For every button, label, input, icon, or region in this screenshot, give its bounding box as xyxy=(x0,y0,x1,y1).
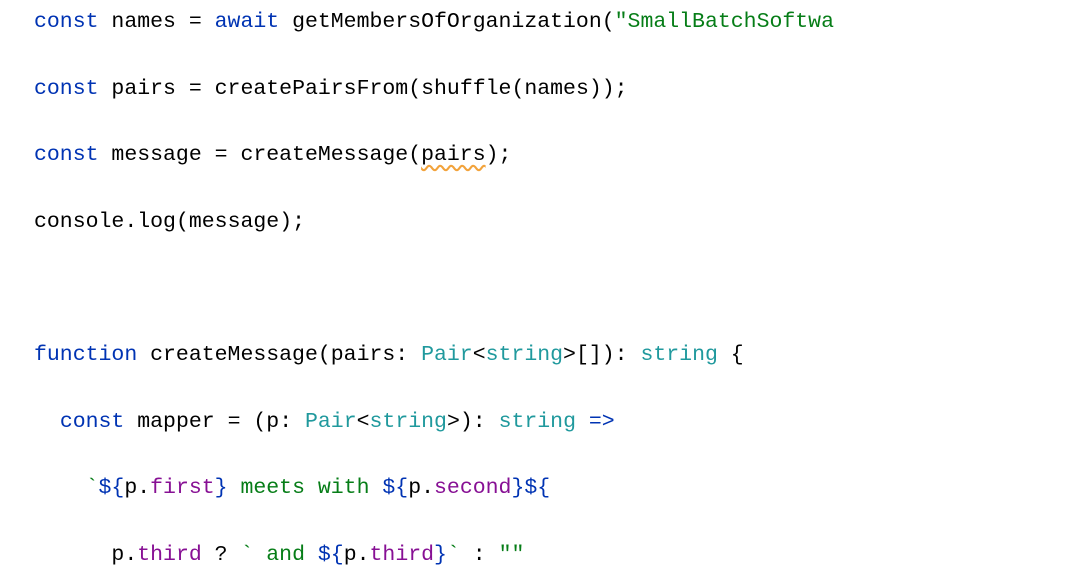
prop-third: third xyxy=(137,543,202,565)
code-line-8: `${p.first} meets with ${p.second}${ xyxy=(34,472,1069,505)
prop-first: first xyxy=(150,476,215,500)
code-line-9: p.third ? ` and ${p.third}` : "" xyxy=(34,539,1069,565)
code-line-3: const message = createMessage(pairs); xyxy=(34,139,1069,172)
code-block: const names = await getMembersOfOrganiza… xyxy=(0,0,1079,565)
code-line-4: console.log(message); xyxy=(34,206,1069,239)
ident-pairs-wavy: pairs xyxy=(421,143,486,167)
type-Pair: Pair xyxy=(421,343,473,367)
code-line-6: function createMessage(pairs: Pair<strin… xyxy=(34,339,1069,372)
fn-getMembersOfOrganization: getMembersOfOrganization xyxy=(292,10,602,34)
code-line-2: const pairs = createPairsFrom(shuffle(na… xyxy=(34,73,1069,106)
code-line-7: const mapper = (p: Pair<string>): string… xyxy=(34,406,1069,439)
prop-second: second xyxy=(434,476,511,500)
keyword-await: await xyxy=(215,10,292,34)
ident-names: names xyxy=(111,10,188,34)
code-line-5 xyxy=(34,273,1069,306)
code-line-1: const names = await getMembersOfOrganiza… xyxy=(34,6,1069,39)
string-literal: "SmallBatchSoftwa xyxy=(615,10,834,34)
fn-decl-createMessage: createMessage xyxy=(150,343,318,367)
keyword-function: function xyxy=(34,343,150,367)
keyword-const: const xyxy=(34,10,111,34)
arrow: => xyxy=(589,410,615,434)
